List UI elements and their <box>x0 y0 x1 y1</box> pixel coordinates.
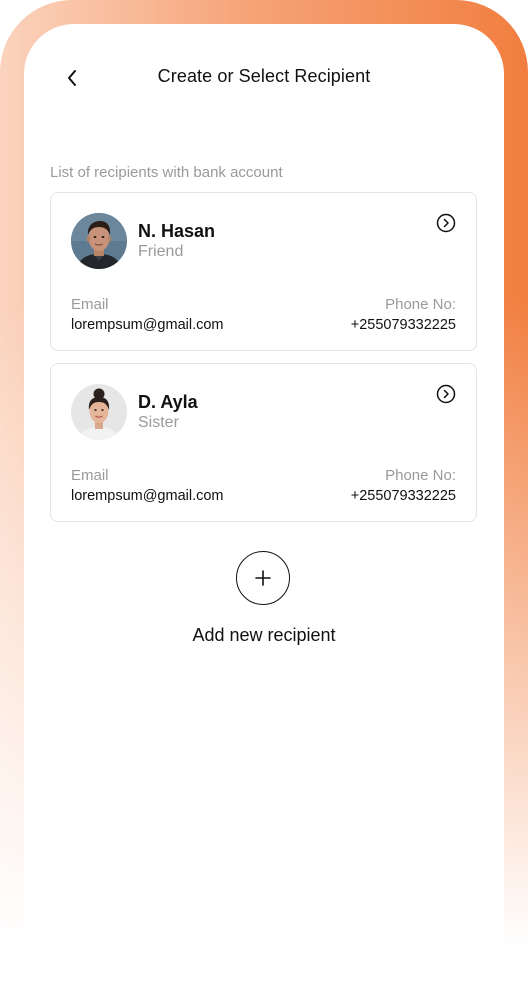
recipient-relation: Friend <box>138 243 184 260</box>
select-recipient-button[interactable] <box>436 213 456 233</box>
avatar <box>71 213 127 269</box>
phone-value: +255079332225 <box>350 317 456 333</box>
chevron-right-circle-icon <box>436 213 456 233</box>
plus-icon <box>255 570 271 586</box>
recipient-name: N. Hasan <box>138 221 216 241</box>
recipient-card[interactable]: N. Hasan Friend Email lorempsum@gmail.co… <box>50 192 477 351</box>
email-value: lorempsum@gmail.com <box>71 317 224 333</box>
chevron-right-circle-icon <box>436 384 456 404</box>
recipient-relation: Sister <box>138 414 179 431</box>
phone-value: +255079332225 <box>350 488 456 504</box>
add-recipient-label[interactable]: Add new recipient <box>24 625 504 646</box>
phone-label: Phone No: <box>385 467 456 484</box>
email-value: lorempsum@gmail.com <box>71 488 224 504</box>
add-recipient-button[interactable] <box>236 551 290 605</box>
section-label: List of recipients with bank account <box>50 164 283 181</box>
avatar <box>71 384 127 440</box>
app-screen: Create or Select Recipient List of recip… <box>24 24 504 995</box>
recipient-name: D. Ayla <box>138 392 198 412</box>
page-title: Create or Select Recipient <box>157 66 371 86</box>
header: Create or Select Recipient <box>24 24 504 132</box>
select-recipient-button[interactable] <box>436 384 456 404</box>
recipient-card[interactable]: D. Ayla Sister Email lorempsum@gmail.com… <box>50 363 477 522</box>
email-label: Email <box>71 296 109 313</box>
email-label: Email <box>71 467 109 484</box>
phone-label: Phone No: <box>385 296 456 313</box>
